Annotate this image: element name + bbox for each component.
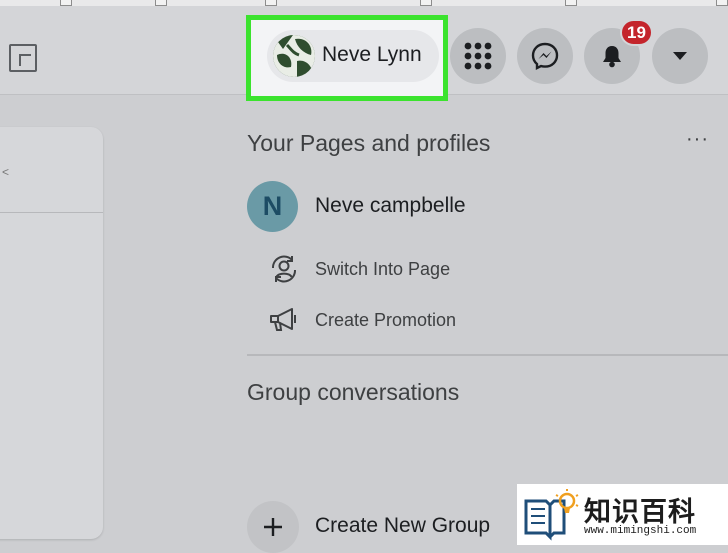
- page-avatar[interactable]: N: [247, 181, 298, 232]
- caret-down-icon: [673, 52, 687, 60]
- watermark-text: 知识百科: [584, 497, 696, 527]
- notification-count-badge: 19: [620, 19, 653, 46]
- facebook-logo-icon[interactable]: [9, 44, 37, 72]
- switch-profile-icon: [271, 255, 297, 283]
- pages-section-title: Your Pages and profiles: [247, 130, 491, 156]
- left-content-panel: <: [0, 127, 103, 539]
- watermark-url: www.mimingshi.com: [584, 525, 697, 537]
- create-new-group-label[interactable]: Create New Group: [315, 514, 490, 538]
- section-divider: [247, 354, 728, 356]
- avatar-image: [273, 35, 315, 77]
- create-group-button[interactable]: [247, 501, 299, 553]
- group-conversations-title: Group conversations: [247, 379, 460, 405]
- watermark-logo: 知识百科 www.mimingshi.com: [517, 484, 728, 545]
- panel-glyph: <: [2, 165, 10, 179]
- megaphone-icon: [270, 308, 296, 331]
- bell-icon: [603, 46, 621, 68]
- messenger-button[interactable]: [517, 28, 573, 84]
- plus-icon: [264, 518, 282, 536]
- account-menu-button[interactable]: [652, 28, 708, 84]
- messenger-icon: [531, 42, 559, 70]
- more-options-button[interactable]: ···: [686, 128, 709, 151]
- menu-grid-icon: [464, 42, 492, 70]
- profile-name[interactable]: Neve Lynn: [322, 43, 422, 67]
- avatar[interactable]: [273, 35, 315, 77]
- create-promotion-icon-wrap[interactable]: [268, 305, 300, 335]
- panel-divider: [0, 212, 103, 213]
- create-promotion-label[interactable]: Create Promotion: [315, 310, 456, 331]
- book-bulb-icon: [524, 489, 579, 541]
- page-name-link[interactable]: Neve campbelle: [315, 194, 466, 218]
- switch-into-page-icon-wrap[interactable]: [268, 254, 300, 284]
- menu-button[interactable]: [450, 28, 506, 84]
- switch-into-page-label[interactable]: Switch Into Page: [315, 259, 450, 280]
